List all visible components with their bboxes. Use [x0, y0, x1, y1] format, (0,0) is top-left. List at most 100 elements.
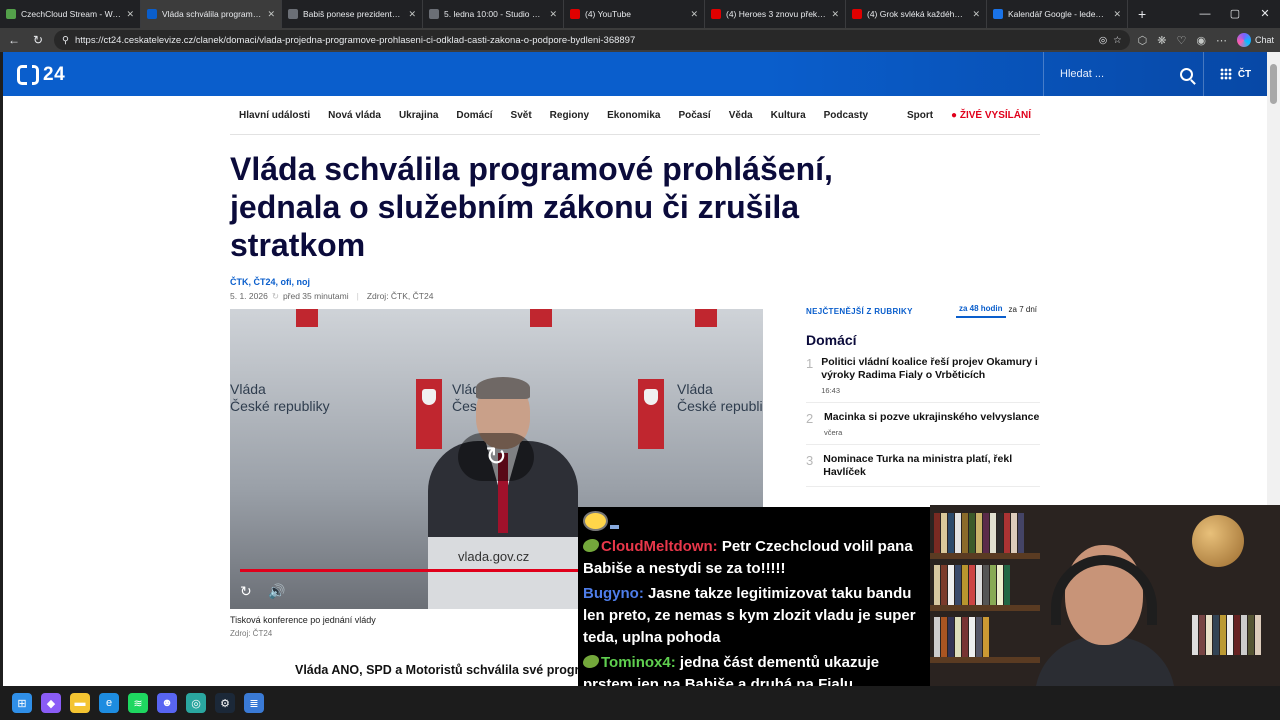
- nav-item[interactable]: Svět: [502, 110, 541, 121]
- tab-favicon-icon: [147, 9, 157, 19]
- steam-icon[interactable]: ⚙: [215, 693, 235, 713]
- nav-item[interactable]: Domácí: [447, 110, 501, 121]
- chat-badge-icon: [583, 539, 599, 552]
- spotify-icon[interactable]: ≋: [128, 693, 148, 713]
- tab-close-icon[interactable]: ✕: [549, 9, 557, 20]
- most-read-item[interactable]: 2 Macinka si pozve ukrajinského velvyslan…: [806, 403, 1040, 445]
- most-read-label: NEJČTENĚJŠÍ Z RUBRIKY: [806, 306, 913, 316]
- most-read-list: 1 Politici vládní koalice řeší projev Oka…: [806, 348, 1040, 487]
- nav-item-sport[interactable]: Sport: [898, 110, 942, 121]
- article-authors[interactable]: ČTK, ČT24, ofi, noj: [230, 277, 310, 287]
- tab-close-icon[interactable]: ✕: [690, 9, 698, 20]
- nav-item[interactable]: Hlavní události: [230, 110, 319, 121]
- most-read-sidebar: NEJČTENĚJŠÍ Z RUBRIKY za 48 hodin za 7 d…: [806, 302, 1040, 487]
- item-rank: 1: [806, 356, 814, 371]
- item-rank: 3: [806, 453, 814, 468]
- new-tab-button[interactable]: +: [1128, 0, 1156, 28]
- article-time-ago: před 35 minutami: [282, 291, 349, 301]
- site-info-icon[interactable]: ⚲: [62, 35, 69, 46]
- emote-icon: [583, 511, 619, 533]
- search-input[interactable]: Hledat ...: [1060, 68, 1180, 80]
- browser-tab[interactable]: (4) YouTube ✕: [564, 0, 705, 28]
- most-read-item[interactable]: 3 Nominace Turka na ministra platí, řekl …: [806, 445, 1040, 487]
- replay-big-icon[interactable]: ↻: [458, 433, 534, 481]
- browser-tab[interactable]: Babiš ponese prezidentovi Ti ✕: [282, 0, 423, 28]
- profile-avatar-icon[interactable]: ◉: [1196, 34, 1206, 47]
- video-caption: Tisková konference po jednání vlády: [230, 615, 376, 625]
- speaker-hair: [476, 377, 530, 399]
- reload-icon[interactable]: ↻: [30, 33, 46, 47]
- nav-item[interactable]: Nová vláda: [319, 110, 390, 121]
- copilot-chat-button[interactable]: Chat: [1236, 33, 1274, 47]
- browser-tab[interactable]: Vláda schválila programové ✕: [141, 0, 282, 28]
- chat-username: CloudMeltdown:: [601, 538, 718, 555]
- favorites-icon[interactable]: ❋: [1157, 34, 1166, 47]
- scrollbar-thumb[interactable]: [1270, 64, 1277, 104]
- item-rank: 2: [806, 411, 814, 426]
- site-search[interactable]: Hledat ...: [1043, 52, 1203, 96]
- more-menu-icon[interactable]: ⋯: [1216, 34, 1227, 47]
- ct-menu-button[interactable]: ČT: [1203, 52, 1267, 96]
- close-window-button[interactable]: ✕: [1250, 0, 1280, 28]
- browser-tab[interactable]: 5. ledna 10:00 - Studio ČT24 ✕: [423, 0, 564, 28]
- tab-close-icon[interactable]: ✕: [972, 9, 980, 20]
- windows-icon[interactable]: ⊞: [12, 693, 32, 713]
- chat-badge-icon: [583, 655, 599, 668]
- nav-item[interactable]: Podcasty: [815, 110, 877, 121]
- nav-item[interactable]: Regiony: [541, 110, 598, 121]
- tab-close-icon[interactable]: ✕: [1113, 9, 1121, 20]
- back-icon[interactable]: ←: [6, 33, 22, 47]
- notepad-icon[interactable]: ≣: [244, 693, 264, 713]
- browser-icon[interactable]: ◎: [186, 693, 206, 713]
- tab-close-icon[interactable]: ✕: [408, 9, 416, 20]
- tab-close-icon[interactable]: ✕: [267, 9, 275, 20]
- nav-item[interactable]: Ukrajina: [390, 110, 447, 121]
- chat-username: Tominox4:: [601, 654, 676, 671]
- minimize-button[interactable]: —: [1190, 0, 1220, 28]
- browser-tab[interactable]: CzechCloud Stream - Watch L ✕: [0, 0, 141, 28]
- tab-48h[interactable]: za 48 hodin: [955, 304, 1006, 318]
- extensions-icon[interactable]: ⬡: [1138, 34, 1148, 47]
- item-time: včera: [824, 428, 843, 437]
- tab-close-icon[interactable]: ✕: [126, 9, 134, 20]
- headphones-icon: [1051, 555, 1157, 625]
- tab-favicon-icon: [993, 9, 1003, 19]
- address-bar[interactable]: ⚲ https://ct24.ceskatelevize.cz/clanek/d…: [54, 30, 1130, 50]
- tab-title: (4) YouTube: [585, 9, 631, 19]
- discord-icon[interactable]: ☻: [157, 693, 177, 713]
- browser-tab[interactable]: Kalendář Google - leden 2026 ✕: [987, 0, 1128, 28]
- health-icon[interactable]: ♡: [1177, 34, 1187, 47]
- item-title[interactable]: Nominace Turka na ministra platí, řekl H…: [823, 453, 1040, 479]
- browser-tab[interactable]: (4) Heroes 3 znovu překvapuj ✕: [705, 0, 846, 28]
- maximize-button[interactable]: ▢: [1220, 0, 1250, 28]
- item-title[interactable]: Macinka si pozve ukrajinského velvyslanc…: [824, 411, 1039, 424]
- file-explorer-icon[interactable]: ▬: [70, 693, 90, 713]
- copilot-icon[interactable]: ◆: [41, 693, 61, 713]
- nav-item[interactable]: Věda: [720, 110, 762, 121]
- item-title[interactable]: Politici vládní koalice řeší projev Okam…: [821, 356, 1040, 382]
- nav-item[interactable]: Ekonomika: [598, 110, 669, 121]
- browser-tab[interactable]: (4) Grok svléká každého, čeli ✕: [846, 0, 987, 28]
- bookmark-star-icon[interactable]: ☆: [1113, 35, 1122, 46]
- tab-7d[interactable]: za 7 dní: [1006, 305, 1040, 317]
- nav-item-live[interactable]: ● ŽIVÉ VYSÍLÁNÍ: [942, 110, 1040, 121]
- windows-taskbar: ⊞ ◆ ▬ e ≋ ☻ ◎ ⚙ ≣: [0, 686, 1280, 720]
- search-icon[interactable]: [1180, 67, 1193, 81]
- ct24-logo[interactable]: 24: [17, 64, 65, 86]
- tab-title: Vláda schválila programové: [162, 9, 263, 19]
- reader-icon[interactable]: ◎: [1099, 35, 1107, 46]
- most-read-item[interactable]: 1 Politici vládní koalice řeší projev Oka…: [806, 348, 1040, 403]
- item-time: 16:43: [821, 386, 841, 395]
- most-read-section-title: Domácí: [806, 332, 857, 348]
- nav-item[interactable]: Počasí: [669, 110, 719, 121]
- video-backdrop-text: Vláda České republiky: [230, 381, 330, 414]
- volume-icon[interactable]: 🔊: [268, 583, 285, 600]
- url-text[interactable]: https://ct24.ceskatelevize.cz/clanek/dom…: [75, 35, 1093, 46]
- replay-icon[interactable]: ↻: [240, 583, 252, 600]
- podium: vlada.gov.cz: [428, 537, 578, 609]
- shelf: [930, 553, 1040, 559]
- video-progress-fill: [240, 569, 610, 572]
- edge-icon[interactable]: e: [99, 693, 119, 713]
- nav-item[interactable]: Kultura: [762, 110, 815, 121]
- tab-close-icon[interactable]: ✕: [831, 9, 839, 20]
